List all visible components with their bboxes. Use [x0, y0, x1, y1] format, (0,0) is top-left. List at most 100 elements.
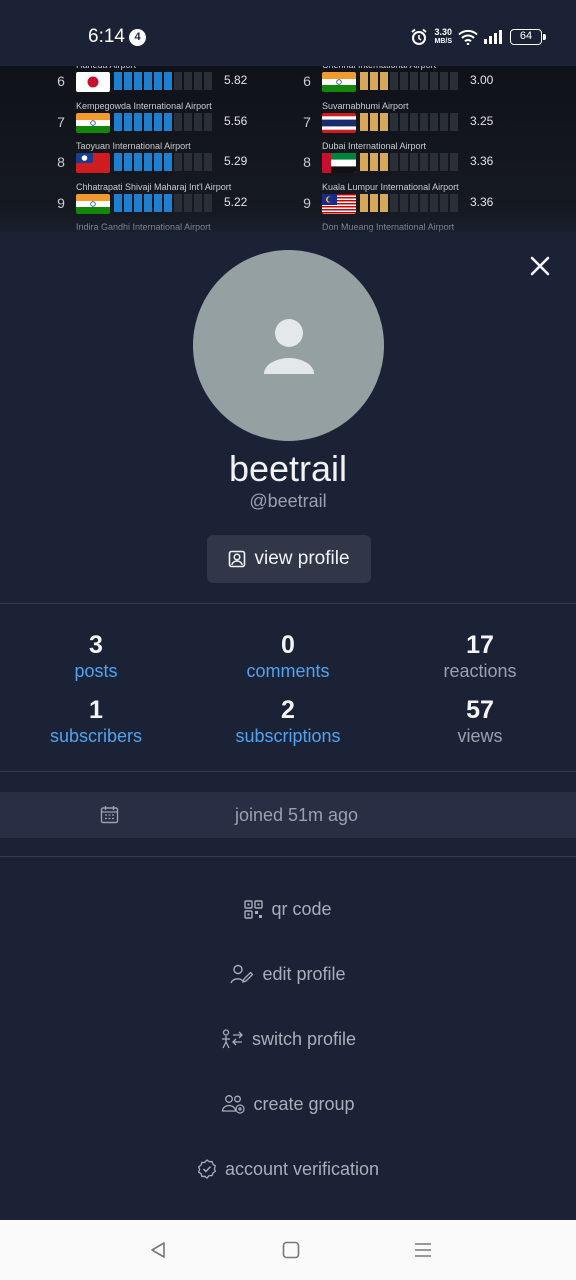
score-bar-segment	[400, 112, 408, 131]
score-bar-segment	[420, 153, 428, 171]
score-bar-segment	[134, 112, 142, 131]
airport-score: 3.00	[470, 73, 494, 87]
flag-thailand-icon	[322, 112, 356, 133]
airport-name: Dubai International Airport	[322, 141, 427, 151]
score-bar-segment	[164, 153, 172, 171]
status-time: 6:14	[88, 26, 125, 47]
score-bar-segment	[164, 193, 172, 212]
menu-item-qr-code[interactable]: qr code	[0, 889, 576, 929]
score-bars	[360, 112, 458, 131]
score-bar-segment	[370, 153, 378, 171]
score-bar-segment	[430, 153, 438, 171]
create-group-icon	[222, 1095, 246, 1114]
airport-rank: 8	[57, 154, 65, 170]
score-bars	[360, 193, 458, 212]
score-bar-segment	[184, 193, 192, 212]
airport-rank: 8	[303, 154, 311, 170]
stat-subscriptions[interactable]: 2 subscriptions	[192, 695, 384, 747]
stat-reactions: 17 reactions	[443, 631, 517, 681]
airport-score: 5.82	[224, 73, 248, 87]
divider	[0, 771, 576, 772]
score-bar-segment	[184, 72, 192, 90]
flag-japan-icon	[76, 72, 110, 92]
score-bars	[360, 153, 458, 171]
close-icon[interactable]	[526, 252, 554, 280]
airport-rank: 9	[303, 194, 311, 211]
score-bar-segment	[114, 193, 122, 212]
score-bar-segment	[144, 112, 152, 131]
score-bar-segment	[174, 193, 182, 212]
user-silhouette-icon	[264, 319, 314, 374]
score-bar-segment	[440, 193, 448, 212]
profile-card-icon	[229, 550, 246, 568]
score-bar-segment	[420, 112, 428, 131]
airport-name: Chennai International Airport	[322, 66, 436, 70]
wifi-icon	[458, 29, 478, 45]
score-bars	[114, 193, 212, 212]
airport-name: Kuala Lumpur International Airport	[322, 181, 459, 192]
airport-score: 5.29	[224, 154, 248, 168]
menu-icon[interactable]	[413, 1240, 433, 1260]
score-bar-segment	[430, 72, 438, 90]
airport-name: Chhatrapati Shivaji Maharaj Int'l Airpor…	[76, 181, 232, 192]
score-bar-segment	[124, 112, 132, 131]
score-bar-segment	[360, 193, 368, 212]
divider	[0, 603, 576, 604]
stat-subscribers[interactable]: 1 subscribers	[0, 695, 192, 747]
flag-malaysia-icon	[322, 193, 356, 214]
airport-name: Haneda Airport	[76, 66, 136, 70]
score-bar-segment	[410, 193, 418, 212]
system-nav-bar	[0, 1220, 576, 1280]
score-bar-segment	[124, 153, 132, 171]
ranking-column-left: Haneda Airport 6 5.82 Kempegowda Internatio…	[54, 66, 324, 232]
menu-item-switch-profile[interactable]: switch profile	[0, 1019, 576, 1059]
score-bar-segment	[174, 112, 182, 131]
background-image: Haneda Airport 6 5.82 Kempegowda Internatio…	[0, 66, 576, 232]
score-bar-segment	[204, 112, 212, 131]
score-bar-segment	[360, 112, 368, 131]
view-profile-button[interactable]: view profile	[207, 535, 371, 583]
score-bar-segment	[400, 72, 408, 90]
score-bar-segment	[144, 193, 152, 212]
score-bar-segment	[184, 112, 192, 131]
flag-india-icon	[76, 193, 110, 214]
score-bar-segment	[370, 193, 378, 212]
score-bar-segment	[420, 72, 428, 90]
score-bar-segment	[360, 153, 368, 171]
flag-india-icon	[322, 72, 356, 92]
score-bar-segment	[390, 112, 398, 131]
airport-score: 5.22	[224, 194, 248, 209]
joined-row: joined 51m ago	[0, 792, 576, 838]
menu-label-create-group: create group	[253, 1093, 355, 1114]
score-bar-segment	[380, 112, 388, 131]
score-bar-segment	[370, 72, 378, 90]
ranking-row: Suvarnabhumi Airport 7 3.25	[300, 101, 570, 142]
score-bar-segment	[114, 153, 122, 171]
score-bar-segment	[154, 112, 162, 131]
airport-name: Kempegowda International Airport	[76, 100, 212, 111]
qr-code-icon	[244, 899, 264, 919]
menu-item-create-group[interactable]: create group	[0, 1084, 576, 1124]
menu-label-account-verification: account verification	[224, 1158, 380, 1179]
score-bar-segment	[430, 193, 438, 212]
stat-comments[interactable]: 0 comments	[192, 630, 384, 682]
flag-india-icon	[76, 112, 110, 133]
score-bar-segment	[410, 72, 418, 90]
stat-posts[interactable]: 3 posts	[0, 630, 192, 682]
score-bar-segment	[450, 153, 458, 171]
score-bar-segment	[410, 112, 418, 131]
notification-badge: 4	[129, 29, 146, 46]
menu-item-account-verification[interactable]: account verification	[0, 1149, 576, 1189]
menu-item-edit-profile[interactable]: edit profile	[0, 954, 576, 994]
home-icon[interactable]	[281, 1240, 301, 1260]
divider	[0, 856, 576, 857]
score-bar-segment	[440, 153, 448, 171]
score-bar-segment	[390, 153, 398, 171]
joined-text: joined 51m ago	[234, 805, 359, 825]
score-bar-segment	[124, 72, 132, 90]
score-bar-segment	[154, 193, 162, 212]
back-icon[interactable]	[148, 1240, 168, 1260]
battery-icon: 64	[510, 29, 546, 45]
score-bar-segment	[144, 72, 152, 90]
airport-score: 3.36	[470, 154, 494, 168]
